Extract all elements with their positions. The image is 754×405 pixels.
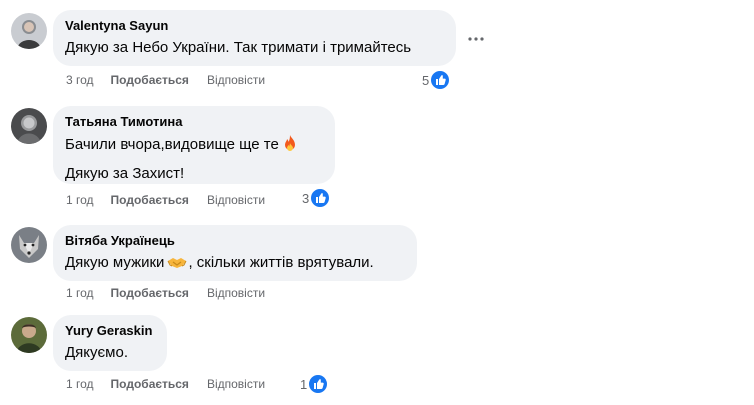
comment-author[interactable]: Вітяба Українець — [65, 233, 405, 249]
comment-author[interactable]: Yury Geraskin — [65, 323, 155, 339]
like-button[interactable]: Подобається — [111, 192, 189, 208]
comment-text-line: Дякуємо. — [65, 344, 128, 361]
comment-text: Бачили вчора,видовище ще те Дякую за Зах… — [65, 134, 323, 184]
reaction-count: 3 — [302, 190, 310, 206]
reply-button[interactable]: Відповісти — [207, 192, 265, 208]
like-button[interactable]: Подобається — [111, 285, 189, 301]
comment-timestamp[interactable]: 3 год — [66, 72, 94, 88]
comment-timestamp[interactable]: 1 год — [66, 376, 94, 392]
comment-text: Дякуємо. — [65, 343, 155, 363]
thumbs-up-icon — [308, 374, 329, 394]
comment-author[interactable]: Татьяна Тимотина — [65, 114, 323, 130]
comment-bubble: Вітяба Українець Дякую мужики, скільки ж… — [53, 225, 417, 281]
comment-actions: 1 год Подобається Відповісти — [66, 376, 265, 392]
comment-text-line: Дякую за Захист! — [65, 165, 185, 182]
comment-text-line: Дякую мужики, скільки життів врятували. — [65, 253, 405, 276]
comment-text-line: Бачили вчора,видовище ще те — [65, 134, 323, 158]
fire-emoji — [282, 134, 298, 158]
avatar[interactable] — [11, 317, 47, 353]
like-button[interactable]: Подобається — [111, 376, 189, 392]
comment-text: Дякую за Небо України. Так тримати і три… — [65, 38, 444, 58]
comment-bubble: Татьяна Тимотина Бачили вчора,видовище щ… — [53, 106, 335, 184]
reply-button[interactable]: Відповісти — [207, 285, 265, 301]
like-button[interactable]: Подобається — [111, 72, 189, 88]
comment-bubble: Valentyna Sayun Дякую за Небо України. Т… — [53, 10, 456, 66]
avatar[interactable] — [11, 13, 47, 49]
reaction-summary[interactable]: 3 — [302, 188, 331, 208]
avatar[interactable] — [11, 108, 47, 144]
comment-text-line: Дякую за Небо України. Так тримати і три… — [65, 39, 412, 56]
handshake-emoji — [167, 254, 187, 276]
comment-actions: 3 год Подобається Відповісти — [66, 72, 265, 88]
avatar[interactable] — [11, 227, 47, 263]
reply-button[interactable]: Відповісти — [207, 376, 265, 392]
comment-actions: 1 год Подобається Відповісти — [66, 192, 265, 208]
comment-text: Дякую мужики, скільки життів врятували. — [65, 253, 405, 276]
reaction-count: 5 — [422, 72, 430, 88]
thumbs-up-icon — [310, 188, 331, 208]
comment-actions: 1 год Подобається Відповісти — [66, 285, 265, 301]
comment-author[interactable]: Valentyna Sayun — [65, 18, 444, 34]
thumbs-up-icon — [430, 70, 451, 90]
more-horizontal-icon[interactable] — [466, 29, 486, 49]
reaction-count: 1 — [300, 376, 308, 392]
reply-button[interactable]: Відповісти — [207, 72, 265, 88]
comment-bubble: Yury Geraskin Дякуємо. — [53, 315, 167, 371]
reaction-summary[interactable]: 5 — [422, 70, 451, 90]
comment-timestamp[interactable]: 1 год — [66, 285, 94, 301]
reaction-summary[interactable]: 1 — [300, 374, 329, 394]
comment-timestamp[interactable]: 1 год — [66, 192, 94, 208]
